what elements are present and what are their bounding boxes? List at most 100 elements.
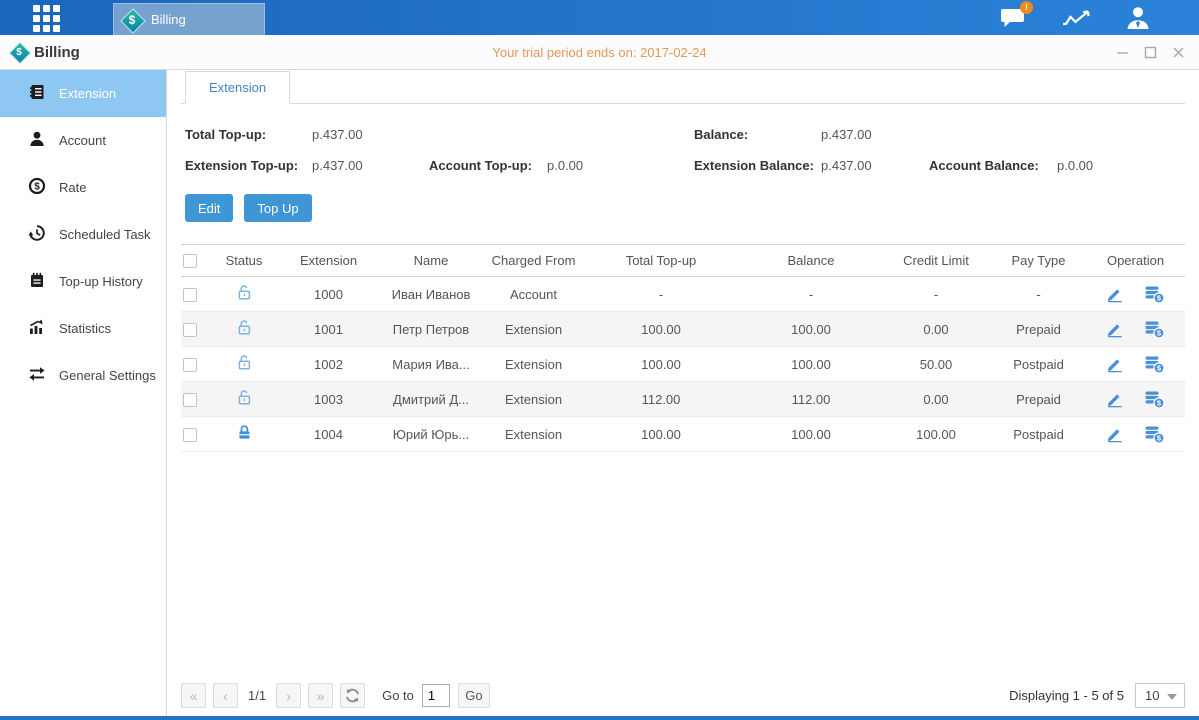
- goto-label: Go to: [382, 688, 414, 703]
- sidebar-item-statistics[interactable]: Statistics: [0, 305, 166, 352]
- col-total-topup[interactable]: Total Top-up: [581, 253, 741, 268]
- sidebar-item-extension[interactable]: Extension: [0, 70, 166, 117]
- table-row: 1003 Дмитрий Д... Extension 112.00 112.0…: [181, 382, 1185, 417]
- sidebar-item-rate[interactable]: $ Rate: [0, 164, 166, 211]
- cell-name: Юрий Юрь...: [376, 427, 486, 442]
- edit-icon[interactable]: [1106, 285, 1124, 303]
- topup-icon[interactable]: $: [1144, 355, 1165, 374]
- general-settings-icon: [28, 365, 46, 386]
- extension-table: Status Extension Name Charged From Total…: [181, 244, 1185, 452]
- balance-value: p.437.00: [821, 127, 872, 142]
- cell-charged-from: Account: [486, 287, 581, 302]
- col-extension[interactable]: Extension: [281, 253, 376, 268]
- topup-icon[interactable]: $: [1144, 390, 1165, 409]
- refresh-button[interactable]: [340, 683, 365, 708]
- row-checkbox[interactable]: [183, 323, 197, 337]
- notification-badge: !: [1020, 1, 1033, 14]
- col-pay-type[interactable]: Pay Type: [991, 253, 1086, 268]
- user-icon[interactable]: [1121, 5, 1155, 31]
- window-titlebar: $ Billing Your trial period ends on: 201…: [0, 35, 1199, 70]
- row-checkbox[interactable]: [183, 288, 197, 302]
- cell-credit-limit: 0.00: [881, 322, 991, 337]
- top-up-button[interactable]: Top Up: [244, 194, 311, 222]
- apps-grid-icon[interactable]: [33, 5, 69, 31]
- account-topup-value: p.0.00: [547, 158, 583, 173]
- col-status[interactable]: Status: [207, 253, 281, 268]
- edit-button[interactable]: Edit: [185, 194, 233, 222]
- page-size-value: 10: [1145, 688, 1159, 703]
- sidebar-item-account[interactable]: Account: [0, 117, 166, 164]
- window-bottom-border: [0, 716, 1199, 720]
- cell-extension: 1003: [281, 392, 376, 407]
- col-operation[interactable]: Operation: [1086, 253, 1185, 268]
- sidebar-item-general-settings[interactable]: General Settings: [0, 352, 166, 399]
- minimize-button[interactable]: [1115, 45, 1129, 59]
- next-page-button[interactable]: ›: [276, 683, 301, 708]
- chevron-down-icon: [1167, 694, 1177, 700]
- lock-open-icon: [235, 388, 254, 407]
- row-checkbox[interactable]: [183, 358, 197, 372]
- cell-balance: 100.00: [741, 322, 881, 337]
- lock-closed-icon: [235, 423, 254, 442]
- topup-icon[interactable]: $: [1144, 320, 1165, 339]
- close-button[interactable]: [1171, 45, 1185, 59]
- row-checkbox[interactable]: [183, 428, 197, 442]
- cell-extension: 1002: [281, 357, 376, 372]
- edit-icon[interactable]: [1106, 425, 1124, 443]
- col-credit-limit[interactable]: Credit Limit: [881, 253, 991, 268]
- cell-pay-type: Prepaid: [991, 322, 1086, 337]
- col-name[interactable]: Name: [376, 253, 486, 268]
- cell-charged-from: Extension: [486, 322, 581, 337]
- edit-icon[interactable]: [1106, 320, 1124, 338]
- lock-open-icon: [235, 283, 254, 302]
- resource-monitor-icon[interactable]: [1059, 5, 1093, 31]
- balance-label: Balance:: [694, 127, 821, 142]
- cell-balance: 112.00: [741, 392, 881, 407]
- tab-extension[interactable]: Extension: [185, 71, 290, 104]
- rate-icon: $: [28, 177, 46, 198]
- topup-icon[interactable]: $: [1144, 285, 1165, 304]
- cell-pay-type: -: [991, 287, 1086, 302]
- topbar-tab-label: Billing: [151, 12, 186, 27]
- main-content: Extension Total Top-up:p.437.00 Balance:…: [167, 70, 1199, 716]
- row-checkbox[interactable]: [183, 393, 197, 407]
- cell-total-topup: 100.00: [581, 322, 741, 337]
- topup-icon[interactable]: $: [1144, 425, 1165, 444]
- cell-charged-from: Extension: [486, 427, 581, 442]
- cell-credit-limit: -: [881, 287, 991, 302]
- edit-icon[interactable]: [1106, 355, 1124, 373]
- col-charged-from[interactable]: Charged From: [486, 253, 581, 268]
- topbar-tab-billing[interactable]: $ Billing: [113, 3, 265, 35]
- messages-icon[interactable]: !: [997, 5, 1031, 31]
- first-page-button[interactable]: «: [181, 683, 206, 708]
- cell-name: Мария Ива...: [376, 357, 486, 372]
- last-page-button[interactable]: »: [308, 683, 333, 708]
- cell-name: Петр Петров: [376, 322, 486, 337]
- sidebar-item-top-up-history[interactable]: Top-up History: [0, 258, 166, 305]
- topup-history-icon: [28, 271, 46, 292]
- edit-icon[interactable]: [1106, 390, 1124, 408]
- cell-extension: 1000: [281, 287, 376, 302]
- cell-total-topup: 112.00: [581, 392, 741, 407]
- col-balance[interactable]: Balance: [741, 253, 881, 268]
- account-topup-label: Account Top-up:: [429, 158, 547, 173]
- window-title-text: Billing: [34, 44, 80, 61]
- prev-page-button[interactable]: ‹: [213, 683, 238, 708]
- cell-pay-type: Prepaid: [991, 392, 1086, 407]
- table-header: Status Extension Name Charged From Total…: [181, 244, 1185, 277]
- go-button[interactable]: Go: [458, 683, 490, 708]
- cell-charged-from: Extension: [486, 392, 581, 407]
- table-row: 1000 Иван Иванов Account - - - - $: [181, 277, 1185, 312]
- cell-balance: 100.00: [741, 427, 881, 442]
- extension-topup-label: Extension Top-up:: [185, 158, 312, 173]
- table-row: 1002 Мария Ива... Extension 100.00 100.0…: [181, 347, 1185, 382]
- select-all-checkbox[interactable]: [183, 254, 197, 268]
- sidebar-item-scheduled-task[interactable]: Scheduled Task: [0, 211, 166, 258]
- page-size-select[interactable]: 10: [1135, 683, 1185, 708]
- scheduled-task-icon: [28, 224, 46, 245]
- cell-pay-type: Postpaid: [991, 357, 1086, 372]
- lock-open-icon: [235, 318, 254, 337]
- maximize-button[interactable]: [1143, 45, 1157, 59]
- goto-page-input[interactable]: [422, 684, 450, 707]
- statistics-icon: [28, 318, 46, 339]
